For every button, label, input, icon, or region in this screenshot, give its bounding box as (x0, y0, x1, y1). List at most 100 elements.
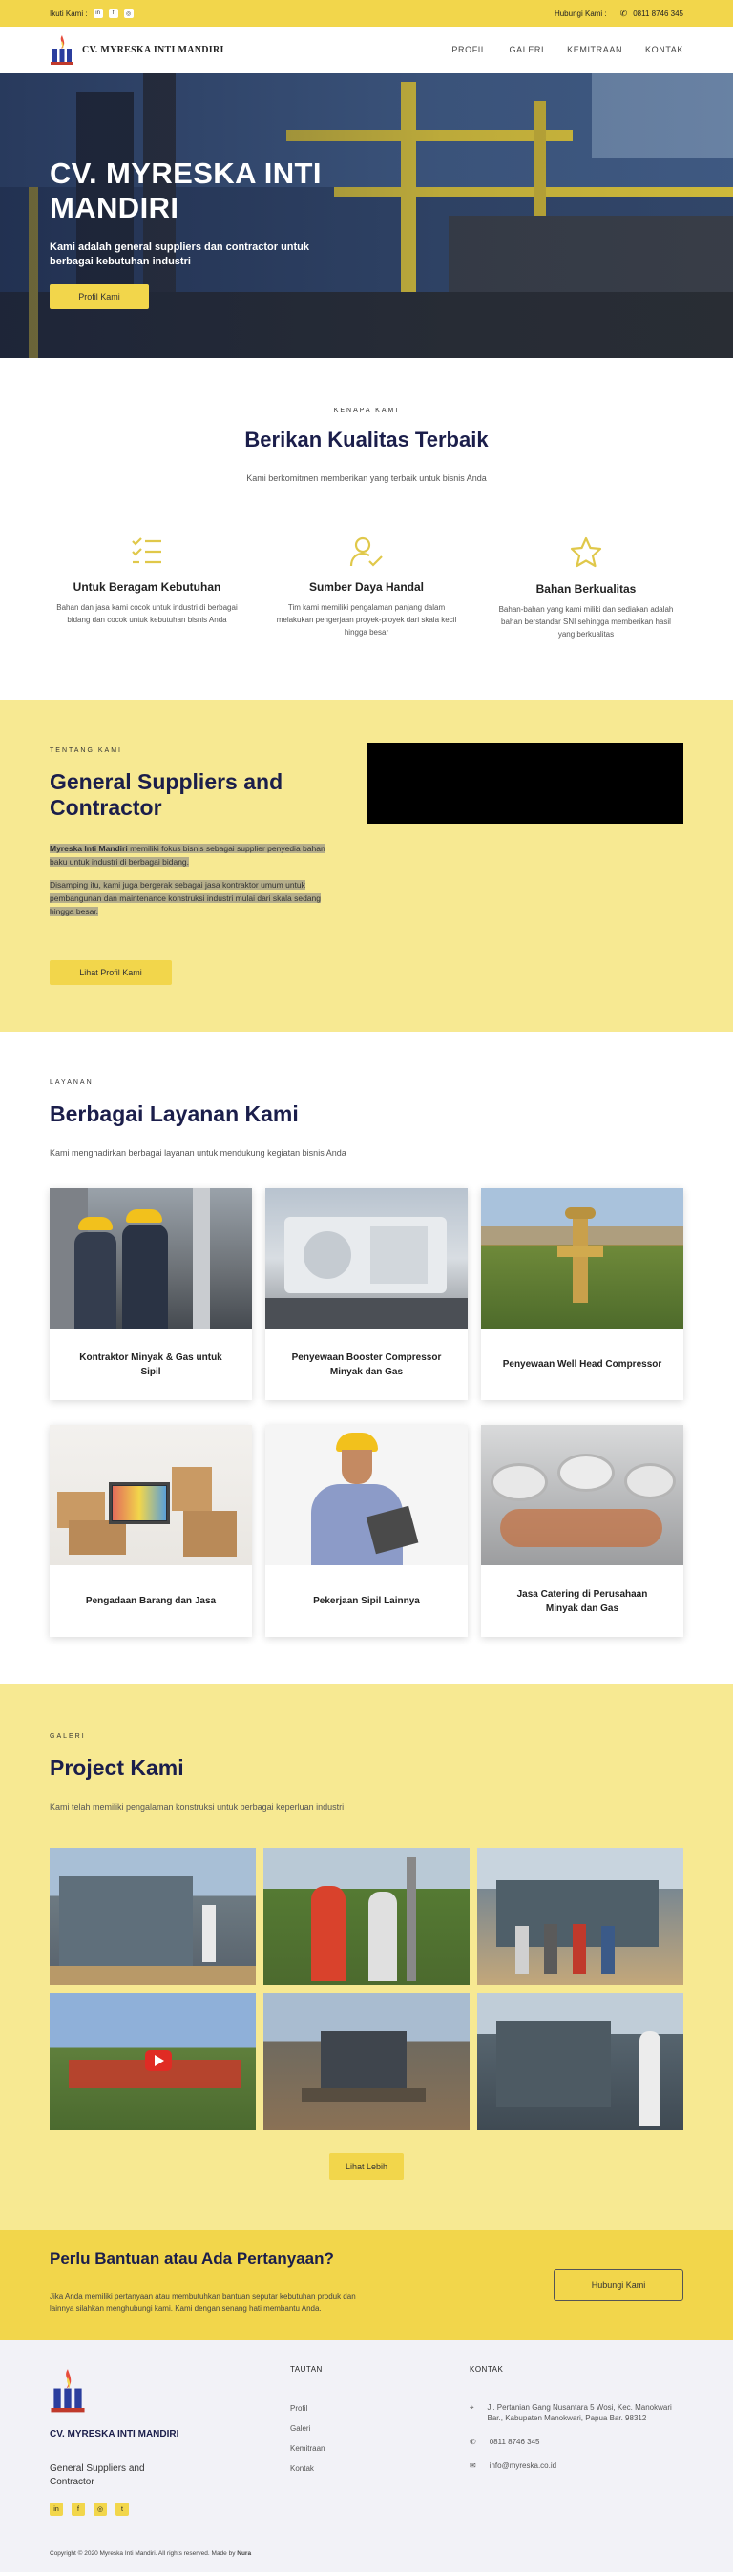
services-eyebrow: LAYANAN (50, 1079, 94, 1086)
address-row: ⌖ Jl. Pertanian Gang Nusantara 5 Wosi, K… (470, 2402, 683, 2423)
service-image (265, 1188, 468, 1329)
gallery-title: Project Kami (50, 1755, 184, 1780)
gallery-photo[interactable] (477, 1848, 683, 1985)
why-subtitle: Kami berkomitmen memberikan yang terbaik… (246, 473, 487, 483)
contact-us-button[interactable]: Hubungi Kami (554, 2269, 683, 2301)
footer-link-kontak[interactable]: Kontak (290, 2464, 325, 2473)
star-icon (570, 536, 602, 568)
service-card[interactable]: Penyewaan Well Head Compressor (481, 1188, 683, 1400)
hero-content: CV. MYRESKA INTI MANDIRI Kami adalah gen… (50, 157, 393, 309)
about-paragraph: Myreska Inti Mandiri memiliki fokus bisn… (50, 842, 336, 869)
services-grid: Kontraktor Minyak & Gas untuk Sipil Peny… (50, 1188, 683, 1637)
topbar-phone[interactable]: 0811 8746 345 (633, 10, 683, 18)
footer-link-kemitraan[interactable]: Kemitraan (290, 2444, 325, 2453)
features: Untuk Beragam Kebutuhan Bahan dan jasa k… (0, 536, 733, 640)
footer-brand: CV. MYRESKA INTI MANDIRI General Supplie… (50, 2365, 178, 2516)
footer-link-profil[interactable]: Profil (290, 2404, 325, 2413)
linkedin-icon[interactable]: in (50, 2503, 63, 2516)
made-by-link[interactable]: Nura (237, 2550, 251, 2557)
about-text: Myreska Inti Mandiri memiliki fokus bisn… (50, 842, 336, 918)
hero-subtitle: Kami adalah general suppliers dan contra… (50, 241, 310, 267)
instagram-icon[interactable]: ◎ (123, 9, 134, 18)
why-section: KENAPA KAMI Berikan Kualitas Terbaik Kam… (0, 358, 733, 700)
nav-item-profil[interactable]: PROFIL (451, 45, 486, 54)
user-check-icon (349, 536, 383, 567)
service-image (50, 1425, 252, 1565)
gallery-photo[interactable] (263, 1993, 470, 2130)
page: Ikuti Kami : in f ◎ Hubungi Kami : ✆ 081… (0, 0, 733, 2572)
gallery-photo[interactable] (50, 1848, 256, 1985)
service-card[interactable]: Jasa Catering di Perusahaan Minyak dan G… (481, 1425, 683, 1637)
phone-icon: ✆ (619, 8, 628, 18)
gallery-eyebrow: GALERI (50, 1733, 86, 1740)
service-image (481, 1425, 683, 1565)
twitter-icon[interactable]: t (115, 2503, 129, 2516)
about-paragraph: Disamping itu, kami juga bergerak sebaga… (50, 878, 336, 918)
gallery-grid (50, 1848, 683, 2130)
copyright: Copyright © 2020 Myreska Inti Mandiri. A… (50, 2550, 251, 2557)
hero-section: CV. MYRESKA INTI MANDIRI Kami adalah gen… (0, 73, 733, 358)
nav-item-kemitraan[interactable]: KEMITRAAN (567, 45, 622, 54)
services-subtitle: Kami menghadirkan berbagai layanan untuk… (50, 1148, 346, 1158)
view-profile-button[interactable]: Lihat Profil Kami (50, 960, 172, 985)
service-card[interactable]: Kontraktor Minyak & Gas untuk Sipil (50, 1188, 252, 1400)
top-bar: Ikuti Kami : in f ◎ Hubungi Kami : ✆ 081… (0, 0, 733, 27)
service-title: Kontraktor Minyak & Gas untuk Sipil (79, 1351, 222, 1377)
why-eyebrow: KENAPA KAMI (333, 408, 400, 414)
contact-label: Hubungi Kami : (554, 9, 607, 18)
brand[interactable]: CV. MYRESKA INTI MANDIRI (50, 33, 224, 66)
cta-section: Perlu Bantuan atau Ada Pertanyaan? Jika … (0, 2230, 733, 2340)
service-title: Jasa Catering di Perusahaan Minyak dan G… (516, 1588, 648, 1614)
view-more-button[interactable]: Lihat Lebih (329, 2153, 404, 2180)
cta-text: Jika Anda memiliki pertanyaan atau membu… (50, 2293, 356, 2313)
copyright-text: Copyright © 2020 Myreska Inti Mandiri. A… (50, 2550, 238, 2557)
logo-icon (51, 35, 73, 65)
gallery-photo[interactable] (477, 1993, 683, 2130)
footer-address: Jl. Pertanian Gang Nusantara 5 Wosi, Kec… (487, 2403, 672, 2422)
follow-label: Ikuti Kami : (50, 9, 88, 18)
feature-item: Bahan Berkualitas Bahan-bahan yang kami … (495, 536, 677, 640)
about-title: General Suppliers and Contractor (50, 769, 283, 820)
feature-title: Sumber Daya Handal (308, 580, 425, 594)
feature-desc: Bahan dan jasa kami cocok untuk industri… (56, 603, 238, 624)
feature-item: Untuk Beragam Kebutuhan Bahan dan jasa k… (56, 536, 238, 640)
nav-item-galeri[interactable]: GALERI (510, 45, 545, 54)
service-card[interactable]: Pekerjaan Sipil Lainnya (265, 1425, 468, 1637)
profile-button[interactable]: Profil Kami (50, 284, 149, 309)
main-menu: PROFIL GALERI KEMITRAAN KONTAK (451, 45, 683, 54)
gallery-photo[interactable] (50, 1993, 256, 2130)
about-section: TENTANG KAMI General Suppliers and Contr… (0, 700, 733, 1032)
phone-icon: ✆ (470, 2438, 476, 2446)
footer-email[interactable]: info@myreska.co.id (490, 2461, 556, 2471)
phone-row: ✆ 0811 8746 345 (470, 2437, 683, 2447)
video-embed[interactable] (366, 743, 683, 824)
nav-item-kontak[interactable]: KONTAK (645, 45, 683, 54)
footer-company: CV. MYRESKA INTI MANDIRI (50, 2429, 179, 2440)
gallery-more: Lihat Lebih (50, 2153, 683, 2180)
service-image (50, 1188, 252, 1329)
footer-social: in f ◎ t (50, 2503, 178, 2516)
service-title: Pekerjaan Sipil Lainnya (313, 1596, 420, 1606)
feature-title: Untuk Beragam Kebutuhan (73, 580, 221, 594)
service-card[interactable]: Pengadaan Barang dan Jasa (50, 1425, 252, 1637)
service-title: Penyewaan Booster Compressor Minyak dan … (291, 1351, 442, 1377)
facebook-icon[interactable]: f (72, 2503, 85, 2516)
gallery-subtitle: Kami telah memiliki pengalaman konstruks… (50, 1802, 345, 1812)
facebook-icon[interactable]: f (108, 9, 118, 18)
service-title: Penyewaan Well Head Compressor (502, 1359, 662, 1370)
service-card[interactable]: Penyewaan Booster Compressor Minyak dan … (265, 1188, 468, 1400)
feature-title: Bahan Berkualitas (535, 582, 637, 596)
instagram-icon[interactable]: ◎ (94, 2503, 107, 2516)
footer-phone[interactable]: 0811 8746 345 (490, 2437, 540, 2447)
footer-link-galeri[interactable]: Galeri (290, 2424, 325, 2433)
company-name: Myreska Inti Mandiri (50, 844, 128, 853)
footer-links: TAUTAN Profil Galeri Kemitraan Kontak (290, 2365, 325, 2484)
gallery-photo[interactable] (263, 1848, 470, 1985)
hero-title: CV. MYRESKA INTI MANDIRI (50, 157, 322, 224)
gallery-section: GALERI Project Kami Kami telah memiliki … (0, 1684, 733, 2230)
service-image (265, 1425, 468, 1565)
mail-icon: ✉ (470, 2461, 476, 2470)
services-title: Berbagai Layanan Kami (50, 1101, 299, 1126)
linkedin-icon[interactable]: in (93, 9, 103, 18)
why-title: Berikan Kualitas Terbaik (244, 428, 489, 451)
